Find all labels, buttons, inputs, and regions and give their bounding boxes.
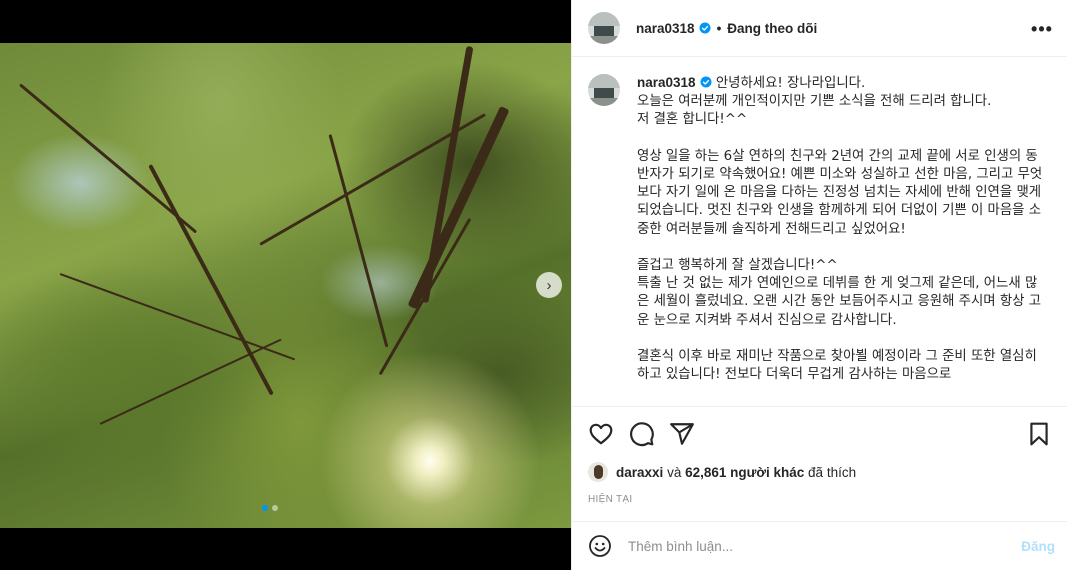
comment-input[interactable] xyxy=(628,538,1022,554)
avatar[interactable] xyxy=(588,12,620,44)
more-options-button[interactable]: ••• xyxy=(1030,17,1054,41)
more-icon: ••• xyxy=(1031,18,1053,39)
separator-dot: • xyxy=(716,20,722,36)
liker-username[interactable]: daraxxi xyxy=(616,465,663,480)
likes-suffix: đã thích xyxy=(808,464,857,480)
verified-badge-icon xyxy=(700,76,712,88)
caption-body: 안녕하세요! 장나라입니다. 오늘은 여러분께 개인적이지만 기쁜 소식을 전해… xyxy=(637,76,1043,383)
share-icon[interactable] xyxy=(669,421,695,447)
post-header: nara0318 • Đang theo dõi ••• xyxy=(572,0,1067,57)
media-panel: › xyxy=(0,0,571,570)
caption-text: nara0318 안녕하세요! 장나라입니다. 오늘은 여러분께 개인적이지만 … xyxy=(637,74,1047,384)
verified-badge-icon xyxy=(699,22,711,34)
avatar[interactable] xyxy=(588,74,620,106)
save-icon[interactable] xyxy=(1026,421,1052,447)
carousel-dot xyxy=(272,505,278,511)
likes-summary: daraxxi và 62,861 người khác đã thích xyxy=(588,462,856,482)
comment-bar: Đăng xyxy=(572,521,1067,570)
emoji-icon[interactable] xyxy=(588,534,612,558)
action-bar xyxy=(572,406,1067,460)
avatar[interactable] xyxy=(588,462,608,482)
likes-count-link[interactable]: 62,861 người khác xyxy=(685,465,804,480)
next-slide-button[interactable]: › xyxy=(536,272,562,298)
post-details-panel: nara0318 • Đang theo dõi ••• nara0318 안녕… xyxy=(571,0,1067,570)
heart-icon[interactable] xyxy=(588,421,614,447)
header-username[interactable]: nara0318 xyxy=(636,21,695,36)
carousel-indicator xyxy=(262,505,278,511)
post-photo xyxy=(0,43,571,528)
caption-section: nara0318 안녕하세요! 장나라입니다. 오늘은 여러분께 개인적이지만 … xyxy=(572,58,1067,406)
instagram-post-modal: › nara0318 • Đang theo dõi ••• nara0318 … xyxy=(0,0,1067,570)
post-timestamp: HIỆN TẠI xyxy=(588,494,633,505)
carousel-dot xyxy=(262,505,268,511)
next-arrow-icon: › xyxy=(546,276,552,294)
following-button[interactable]: Đang theo dõi xyxy=(727,21,817,36)
post-comment-button[interactable]: Đăng xyxy=(1021,539,1055,554)
caption-username[interactable]: nara0318 xyxy=(637,75,696,90)
likes-and-text: và xyxy=(667,464,682,480)
comment-icon[interactable] xyxy=(629,421,655,447)
